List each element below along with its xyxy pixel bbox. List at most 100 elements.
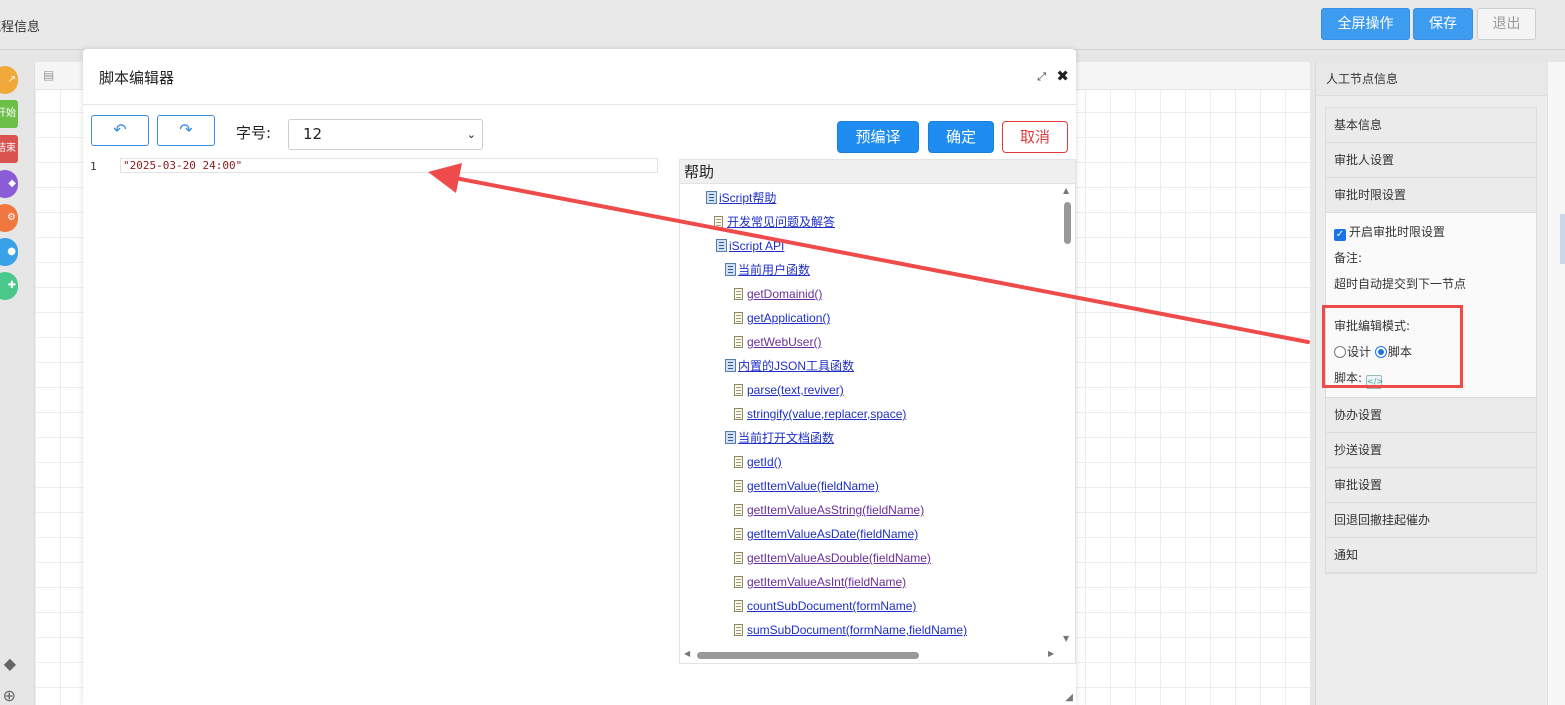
dialog-title: 脚本编辑器 — [99, 69, 175, 87]
remark-value: 超时自动提交到下一节点 — [1334, 277, 1467, 291]
cancel-button[interactable]: 取消 — [1002, 121, 1068, 153]
time-limit-settings-body: ✓ 开启审批时限设置 备注: 超时自动提交到下一节点 审批编辑模式: 设计 脚本 … — [1326, 213, 1536, 398]
cc-settings-item[interactable]: 抄送设置 — [1326, 433, 1536, 468]
help-tree: iScript帮助 开发常见问题及解答 iScript API 当前用户函数 g… — [680, 184, 1060, 654]
save-button[interactable]: 保存 — [1413, 8, 1473, 40]
page-icon — [734, 504, 743, 516]
enable-time-limit-checkbox[interactable]: ✓ — [1334, 229, 1346, 241]
node-settings-list: 基本信息 审批人设置 审批时限设置 ✓ 开启审批时限设置 备注: 超时自动提交到下… — [1325, 107, 1537, 574]
scroll-down-icon[interactable]: ▼ — [1063, 634, 1069, 643]
book-icon — [725, 431, 736, 444]
help-horizontal-scrollbar[interactable]: ◀ ▶ — [680, 649, 1075, 663]
book-icon — [716, 239, 727, 252]
help-title: 帮助 — [680, 160, 1075, 184]
page-icon — [734, 528, 743, 540]
page-scrollbar[interactable] — [1547, 62, 1565, 705]
page-icon — [734, 384, 743, 396]
line-number: 1 — [90, 160, 97, 173]
fullscreen-button[interactable]: 全屏操作 — [1321, 8, 1410, 40]
left-toolbar: ↗ 开始 结束 ◆ ⚙ ● ✚ ◆ ⊕ — [0, 62, 20, 705]
page-icon — [734, 624, 743, 636]
code-line[interactable]: "2025-03-20 24:00" — [120, 158, 658, 173]
eraser-tool-icon[interactable]: ◆ — [0, 650, 18, 678]
script-label: 脚本: — [1334, 371, 1363, 385]
tree-node[interactable]: 内置的JSON工具函数 — [725, 356, 854, 376]
co-handle-settings-item[interactable]: 协办设置 — [1326, 398, 1536, 433]
page-icon — [734, 288, 743, 300]
mode-design-radio[interactable] — [1334, 346, 1346, 358]
time-limit-settings-item[interactable]: 审批时限设置 — [1326, 178, 1536, 213]
edit-mode-label: 审批编辑模式: — [1334, 319, 1411, 333]
page-icon — [734, 336, 743, 348]
precompile-button[interactable]: 预编译 — [837, 121, 919, 153]
page-icon — [734, 600, 743, 612]
exit-button[interactable]: 退出 — [1477, 8, 1536, 40]
tree-node[interactable]: getItemValueAsDouble(fieldName) — [734, 548, 931, 568]
font-size-select[interactable]: 12 ⌄ — [288, 119, 483, 150]
remark-label: 备注: — [1334, 251, 1363, 265]
start-node-tool[interactable]: 开始 — [0, 100, 18, 128]
resize-handle-icon[interactable]: ◢ — [1065, 692, 1073, 703]
edit-mode-options: 设计 脚本 — [1334, 339, 1528, 365]
tree-node[interactable]: sumSubDocument(formName,fieldName) — [734, 620, 967, 640]
scroll-right-icon[interactable]: ▶ — [1048, 649, 1054, 658]
code-editor[interactable]: 1 "2025-03-20 24:00" — [83, 157, 676, 697]
rollback-settings-item[interactable]: 回退回撤挂起催办 — [1326, 503, 1536, 538]
manual-node-tool-icon[interactable]: ● — [0, 238, 18, 266]
enable-time-limit-row[interactable]: ✓ 开启审批时限设置 — [1334, 219, 1528, 245]
help-vertical-scrollbar[interactable]: ▲ ▼ — [1061, 184, 1073, 646]
tree-node[interactable]: getApplication() — [734, 308, 830, 328]
tree-node[interactable]: iScript API — [716, 236, 784, 256]
tree-node[interactable]: getItemValue(fieldName) — [734, 476, 879, 496]
tree-node[interactable]: countSubDocument(formName) — [734, 596, 916, 616]
mode-script-radio[interactable] — [1374, 346, 1387, 358]
scroll-left-icon[interactable]: ◀ — [684, 649, 690, 658]
subflow-tool-icon[interactable]: ✚ — [0, 272, 18, 300]
tree-node[interactable]: 当前打开文档函数 — [725, 428, 834, 448]
tree-node[interactable]: iScript帮助 — [706, 188, 776, 208]
book-icon — [706, 191, 717, 204]
tree-node[interactable]: getWebUser() — [734, 332, 821, 352]
chevron-down-icon: ⌄ — [466, 128, 476, 141]
decision-tool-icon[interactable]: ◆ — [0, 170, 18, 198]
panel-title: 人工节点信息 — [1316, 62, 1547, 96]
dialog-header: 脚本编辑器 ⤢ ✖ — [83, 49, 1076, 105]
tree-node[interactable]: 当前用户函数 — [725, 260, 810, 280]
mode-script-label: 脚本 — [1387, 345, 1412, 359]
align-icon[interactable]: ▤ — [43, 68, 57, 82]
approver-settings-item[interactable]: 审批人设置 — [1326, 143, 1536, 178]
book-icon — [725, 359, 736, 372]
close-icon[interactable]: ✖ — [1056, 67, 1069, 85]
tree-node[interactable]: getDomainid() — [734, 284, 822, 304]
script-editor-icon[interactable]: </> — [1366, 375, 1383, 389]
script-editor-dialog: 脚本编辑器 ⤢ ✖ ↶ ↷ 字号: 12 ⌄ 预编译 确定 取消 1 "2025… — [83, 49, 1076, 705]
mode-design-label: 设计 — [1347, 345, 1372, 359]
font-size-label: 字号: — [236, 124, 272, 142]
auto-node-tool-icon[interactable]: ⚙ — [0, 204, 18, 232]
arrow-tool-icon[interactable]: ↗ — [0, 66, 18, 94]
tree-node[interactable]: stringify(value,replacer,space) — [734, 404, 906, 424]
redo-icon: ↷ — [179, 120, 193, 139]
tree-node[interactable]: getItemValueAsDate(fieldName) — [734, 524, 918, 544]
tree-node[interactable]: 开发常见问题及解答 — [714, 212, 835, 232]
page-icon — [734, 312, 743, 324]
book-icon — [725, 263, 736, 276]
redo-button[interactable]: ↷ — [157, 115, 215, 146]
maximize-icon[interactable]: ⤢ — [1037, 70, 1046, 84]
tree-node[interactable]: getItemValueAsInt(fieldName) — [734, 572, 906, 592]
scroll-thumb[interactable] — [697, 652, 919, 659]
end-node-tool[interactable]: 结束 — [0, 135, 18, 163]
page-icon — [734, 408, 743, 420]
enable-time-limit-label: 开启审批时限设置 — [1349, 225, 1446, 239]
tree-node[interactable]: parse(text,reviver) — [734, 380, 844, 400]
zoom-in-icon[interactable]: ⊕ — [0, 682, 18, 705]
undo-button[interactable]: ↶ — [91, 115, 149, 146]
ok-button[interactable]: 确定 — [928, 121, 994, 153]
basic-info-item[interactable]: 基本信息 — [1326, 108, 1536, 143]
scroll-thumb[interactable] — [1064, 202, 1071, 244]
tree-node[interactable]: getId() — [734, 452, 782, 472]
scroll-up-icon[interactable]: ▲ — [1063, 186, 1069, 195]
tree-node[interactable]: getItemValueAsString(fieldName) — [734, 500, 924, 520]
notify-settings-item[interactable]: 通知 — [1326, 538, 1536, 573]
approval-settings-item[interactable]: 审批设置 — [1326, 468, 1536, 503]
